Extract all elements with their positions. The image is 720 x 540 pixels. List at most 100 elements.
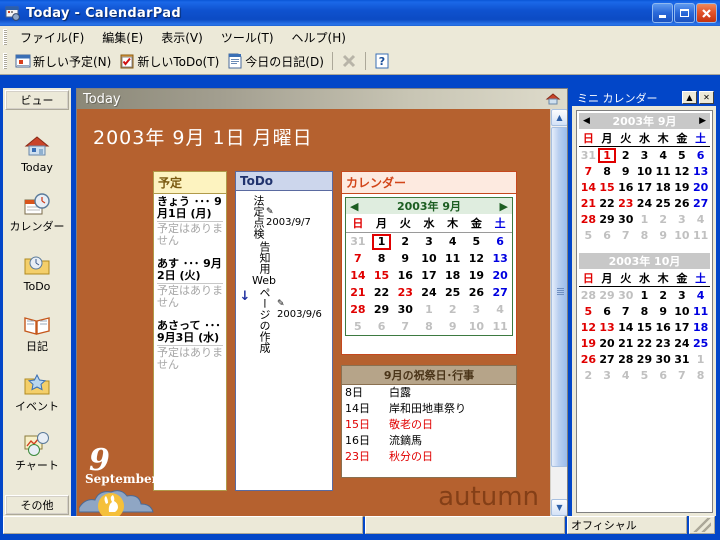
minimize-button[interactable] (652, 3, 673, 23)
calendar-day-cell[interactable]: 1 (417, 301, 441, 318)
calendar-day-cell[interactable]: 27 (488, 284, 512, 301)
calendar-day-cell[interactable]: 16 (616, 179, 635, 195)
calendar-day-cell[interactable]: 1 (598, 147, 617, 164)
calendar-day-cell[interactable]: 2 (579, 367, 598, 383)
help-button[interactable]: ? (370, 51, 394, 71)
calendar-day-cell[interactable]: 1 (635, 287, 654, 304)
calendar-day-cell[interactable]: 10 (635, 163, 654, 179)
calendar-day-cell[interactable]: 9 (654, 227, 673, 243)
calendar-day-cell[interactable]: 21 (616, 335, 635, 351)
calendar-day-cell[interactable]: 20 (598, 335, 617, 351)
calendar-day-cell[interactable]: 7 (616, 303, 635, 319)
calendar-day-cell[interactable]: 26 (579, 351, 598, 367)
sidebar-item-today[interactable]: Today (3, 133, 71, 174)
schedule-entry[interactable]: あす ･･･ 9月2日 (火) 予定はありません (154, 256, 226, 309)
calendar-day-cell[interactable]: 6 (691, 147, 710, 164)
calendar-day-cell[interactable]: 20 (488, 267, 512, 284)
calendar-day-cell[interactable]: 22 (598, 195, 617, 211)
menu-view[interactable]: 表示(V) (152, 27, 212, 48)
calendar-day-cell[interactable]: 11 (441, 250, 465, 267)
calendar-day-cell[interactable]: 22 (370, 284, 394, 301)
calendar-day-cell[interactable]: 3 (417, 233, 441, 251)
calendar-day-cell[interactable]: 3 (465, 301, 489, 318)
calendar-day-cell[interactable]: 17 (673, 319, 692, 335)
calendar-day-cell[interactable]: 9 (393, 250, 417, 267)
calendar-day-cell[interactable]: 10 (673, 303, 692, 319)
calendar-day-cell[interactable]: 12 (579, 319, 598, 335)
calendar-day-cell[interactable]: 8 (635, 303, 654, 319)
prev-month-button[interactable]: ◀ (350, 200, 358, 213)
calendar-day-cell[interactable]: 2 (616, 147, 635, 164)
calendar-day-cell[interactable]: 8 (417, 318, 441, 335)
calendar-day-cell[interactable]: 1 (370, 233, 394, 251)
sidebar-item-chart[interactable]: チャート (3, 431, 71, 472)
calendar-day-cell[interactable]: 11 (691, 227, 710, 243)
maximize-button[interactable] (674, 3, 695, 23)
calendar-day-cell[interactable]: 7 (616, 227, 635, 243)
calendar-day-cell[interactable]: 19 (465, 267, 489, 284)
sidebar-footer-other[interactable]: その他 (5, 495, 69, 515)
calendar-day-cell[interactable]: 18 (654, 179, 673, 195)
menu-file[interactable]: ファイル(F) (11, 27, 93, 48)
calendar-day-cell[interactable]: 22 (635, 335, 654, 351)
calendar-day-cell[interactable]: 5 (579, 303, 598, 319)
calendar-day-cell[interactable]: 24 (635, 195, 654, 211)
calendar-day-cell[interactable]: 6 (598, 227, 617, 243)
scroll-down-button[interactable]: ▼ (551, 499, 567, 516)
calendar-day-cell[interactable]: 9 (654, 303, 673, 319)
calendar-day-cell[interactable]: 12 (465, 250, 489, 267)
calendar-day-cell[interactable]: 21 (346, 284, 370, 301)
calendar-day-cell[interactable]: 15 (598, 179, 617, 195)
calendar-day-cell[interactable]: 27 (598, 351, 617, 367)
calendar-day-cell[interactable]: 2 (393, 233, 417, 251)
calendar-day-cell[interactable]: 4 (441, 233, 465, 251)
calendar-day-cell[interactable]: 24 (417, 284, 441, 301)
calendar-day-cell[interactable]: 30 (654, 351, 673, 367)
calendar-day-cell[interactable]: 29 (598, 287, 617, 304)
calendar-day-cell[interactable]: 1 (635, 211, 654, 227)
close-button[interactable] (696, 3, 717, 23)
calendar-day-cell[interactable]: 18 (691, 319, 710, 335)
calendar-day-cell[interactable]: 7 (673, 367, 692, 383)
resize-grip[interactable] (689, 516, 715, 534)
calendar-day-cell[interactable]: 28 (616, 351, 635, 367)
calendar-day-cell[interactable]: 31 (673, 351, 692, 367)
calendar-day-cell[interactable]: 13 (488, 250, 512, 267)
sidebar-header-view[interactable]: ビュー (5, 90, 69, 110)
calendar-day-cell[interactable]: 13 (691, 163, 710, 179)
calendar-day-cell[interactable]: 18 (441, 267, 465, 284)
calendar-day-cell[interactable]: 11 (691, 303, 710, 319)
calendar-day-cell[interactable]: 14 (579, 179, 598, 195)
calendar-day-cell[interactable]: 5 (673, 147, 692, 164)
calendar-day-cell[interactable]: 16 (393, 267, 417, 284)
calendar-day-cell[interactable]: 3 (598, 367, 617, 383)
calendar-day-cell[interactable]: 2 (654, 211, 673, 227)
calendar-day-cell[interactable]: 8 (635, 227, 654, 243)
calendar-day-cell[interactable]: 29 (635, 351, 654, 367)
toolbar-grip[interactable] (3, 53, 7, 69)
calendar-day-cell[interactable]: 4 (691, 287, 710, 304)
calendar-day-cell[interactable]: 4 (691, 211, 710, 227)
menu-help[interactable]: ヘルプ(H) (283, 27, 355, 48)
calendar-day-cell[interactable]: 4 (654, 147, 673, 164)
calendar-day-cell[interactable]: 5 (346, 318, 370, 335)
todo-item[interactable]: 告知用Webページの作成 ✎ 2003/9/6 (252, 241, 322, 353)
calendar-day-cell[interactable]: 20 (691, 179, 710, 195)
close-mini-calendar-button[interactable]: ✕ (699, 91, 714, 104)
calendar-day-cell[interactable]: 19 (673, 179, 692, 195)
calendar-day-cell[interactable]: 3 (673, 211, 692, 227)
calendar-day-cell[interactable]: 28 (579, 211, 598, 227)
calendar-day-cell[interactable]: 5 (465, 233, 489, 251)
calendar-day-cell[interactable]: 11 (654, 163, 673, 179)
calendar-day-cell[interactable]: 9 (616, 163, 635, 179)
calendar-day-cell[interactable]: 3 (673, 287, 692, 304)
calendar-day-cell[interactable]: 6 (598, 303, 617, 319)
calendar-day-cell[interactable]: 17 (635, 179, 654, 195)
calendar-day-cell[interactable]: 31 (579, 147, 598, 164)
calendar-day-cell[interactable]: 7 (393, 318, 417, 335)
calendar-day-cell[interactable]: 25 (691, 335, 710, 351)
schedule-entry[interactable]: あさって ･･･ 9月3日 (水) 予定はありません (154, 318, 226, 371)
calendar-day-cell[interactable]: 16 (654, 319, 673, 335)
calendar-day-cell[interactable]: 23 (616, 195, 635, 211)
sidebar-item-event[interactable]: イベント (3, 372, 71, 413)
